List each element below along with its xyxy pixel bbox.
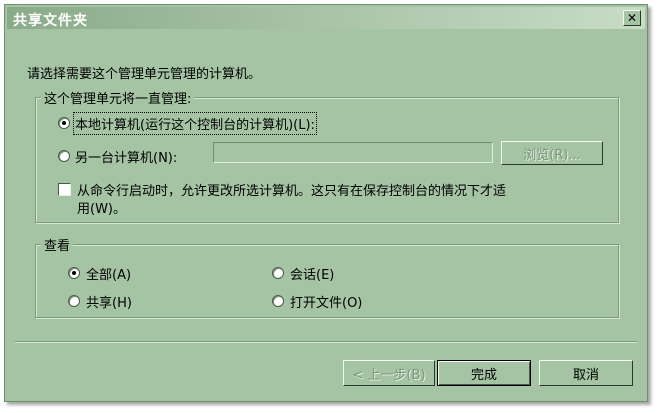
instruction-text: 请选择需要这个管理单元管理的计算机。: [27, 67, 262, 82]
allow-change-label-line1[interactable]: 从命令行启动时，允许更改所选计算机。这只有在保存控制台的情况下才适: [77, 180, 506, 199]
view-all-radio[interactable]: [68, 267, 80, 279]
back-button[interactable]: < 上一步(B): [343, 360, 435, 386]
dialog-window: 共享文件夹 ✕ 请选择需要这个管理单元管理的计算机。 这个管理单元将一直管理: …: [4, 4, 648, 402]
finish-button[interactable]: 完成: [437, 360, 531, 386]
title-bar[interactable]: 共享文件夹 ✕: [7, 7, 645, 29]
dialog-title: 共享文件夹: [13, 13, 88, 29]
allow-change-checkbox[interactable]: [58, 183, 71, 196]
view-group-label: 查看: [41, 235, 74, 254]
view-open-files-label[interactable]: 打开文件(O): [290, 292, 362, 311]
view-all-label[interactable]: 全部(A): [86, 264, 131, 283]
other-computer-label[interactable]: 另一台计算机(N):: [75, 147, 177, 166]
view-shares-radio[interactable]: [68, 295, 80, 307]
local-computer-radio[interactable]: [58, 117, 70, 129]
local-computer-label[interactable]: 本地计算机(运行这个控制台的计算机)(L):: [73, 112, 317, 135]
view-shares-label[interactable]: 共享(H): [86, 292, 132, 311]
allow-change-label-line2[interactable]: 用(W)。: [77, 198, 126, 217]
close-icon: ✕: [626, 11, 638, 25]
computer-name-input[interactable]: [213, 142, 493, 163]
footer-separator: [15, 341, 637, 343]
view-sessions-label[interactable]: 会话(E): [290, 264, 334, 283]
view-open-files-radio[interactable]: [272, 295, 284, 307]
other-computer-radio[interactable]: [58, 150, 70, 162]
view-sessions-radio[interactable]: [272, 267, 284, 279]
browse-button[interactable]: 浏览(R)...: [501, 141, 603, 165]
close-button[interactable]: ✕: [623, 10, 641, 26]
cancel-button[interactable]: 取消: [539, 360, 633, 386]
managed-group-label: 这个管理单元将一直管理:: [41, 88, 195, 107]
